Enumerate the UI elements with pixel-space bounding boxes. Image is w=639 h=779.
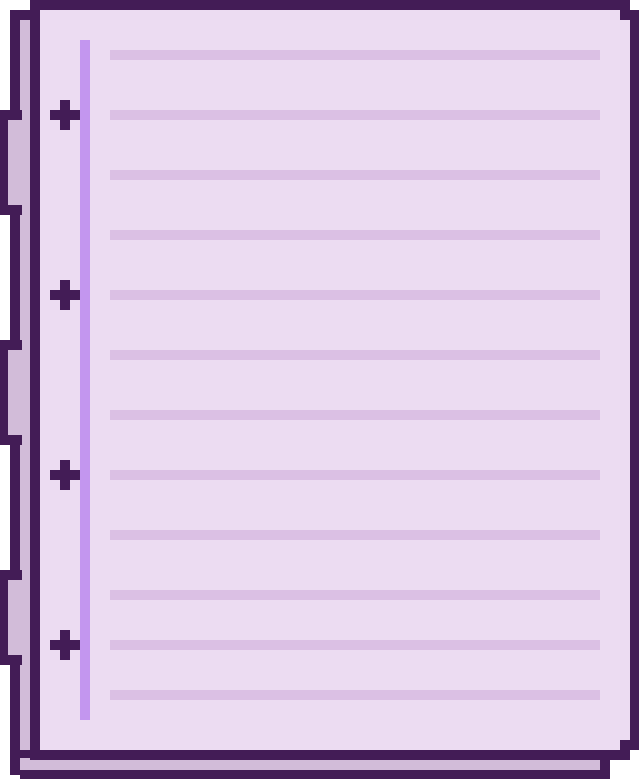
ruled-line [110,470,600,480]
ruled-line [110,530,600,540]
binding-tab-fill [8,580,22,655]
ruled-line [110,410,600,420]
binding-tabs [0,110,22,665]
ruled-line [110,110,600,120]
front-page-fill [40,10,620,750]
ruled-line [110,230,600,240]
ruled-line [110,590,600,600]
binding-tab-fill [8,350,22,435]
ruled-line [110,640,600,650]
binding-tab-fill [8,120,22,205]
ruled-line [110,170,600,180]
margin-line [80,40,90,720]
front-page-fill-right [620,20,630,740]
ruled-line [110,350,600,360]
ruled-line [110,290,600,300]
ruled-line [110,50,600,60]
ruled-line [110,690,600,700]
notebook-illustration [0,0,639,779]
